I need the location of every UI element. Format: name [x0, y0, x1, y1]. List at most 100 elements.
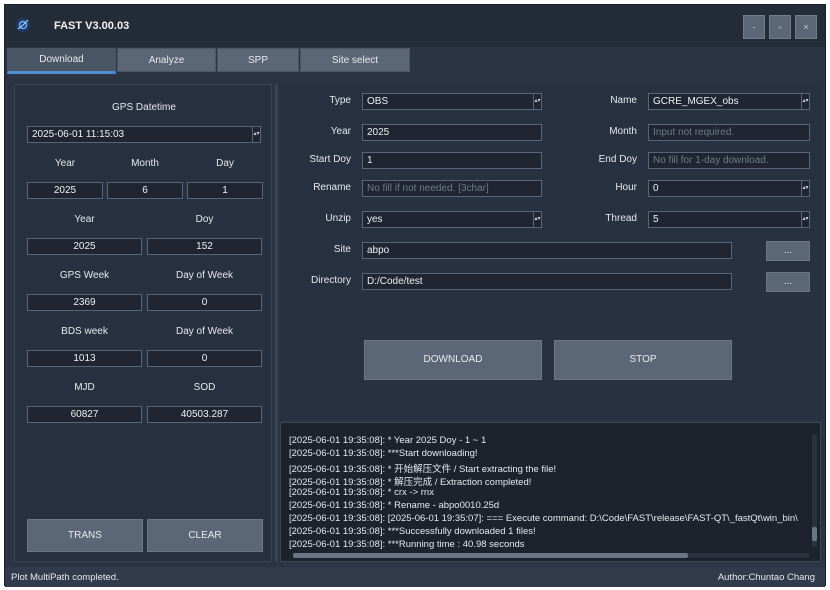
- gps-week-label: GPS Week: [59, 270, 110, 281]
- site-browse-button[interactable]: ...: [766, 241, 810, 261]
- thread-value: 5: [653, 214, 659, 225]
- log-line: [2025-06-01 19:35:08]: ***Running time :…: [289, 539, 525, 550]
- log-line: [2025-06-01 19:35:08]: * 解压完成 / Extracti…: [289, 477, 532, 488]
- directory-label: Directory: [310, 275, 351, 286]
- year-label: Year: [330, 126, 351, 137]
- doy-field[interactable]: 152: [147, 238, 262, 255]
- sod-label: SOD: [193, 382, 216, 393]
- month-field[interactable]: 6: [107, 182, 183, 199]
- title-bar: FAST V3.00.03 - ▫ ×: [5, 5, 825, 47]
- chevron-down-icon[interactable]: ▴▾: [801, 181, 809, 196]
- rename-input[interactable]: No fill if not needed. [3char]: [362, 180, 542, 197]
- bds-week-field[interactable]: 1013: [27, 350, 142, 367]
- start-doy-label: Start Doy: [309, 154, 351, 165]
- app-window: FAST V3.00.03 - ▫ × Download Analyze SPP…: [4, 4, 826, 587]
- gps-week-field[interactable]: 2369: [27, 294, 142, 311]
- site-input[interactable]: abpo: [362, 242, 732, 259]
- download-button[interactable]: DOWNLOAD: [364, 340, 542, 380]
- maximize-button[interactable]: ▫: [769, 15, 791, 39]
- start-doy-input[interactable]: 1: [362, 152, 542, 169]
- log-line: [2025-06-01 19:35:08]: ***Start download…: [289, 448, 478, 459]
- gps-dow-label: Day of Week: [175, 270, 234, 281]
- hour-select[interactable]: 0 ▴▾: [648, 180, 810, 197]
- log-vertical-scrollbar[interactable]: [812, 435, 817, 547]
- name-label: Name: [610, 95, 637, 106]
- mjd-field[interactable]: 60827: [27, 406, 142, 423]
- bds-dow-label: Day of Week: [175, 326, 234, 337]
- chevron-down-icon[interactable]: ▴▾: [801, 212, 809, 227]
- hour-value: 0: [653, 183, 659, 194]
- status-bar: Plot MultiPath completed. Author:Chuntao…: [5, 567, 825, 587]
- end-doy-input[interactable]: No fill for 1-day download.: [648, 152, 810, 169]
- log-line: [2025-06-01 19:35:08]: * 开始解压文件 / Start …: [289, 464, 557, 475]
- log-horizontal-scrollbar[interactable]: [293, 553, 809, 558]
- log-line: [2025-06-01 19:35:08]: [2025-06-01 19:35…: [289, 513, 798, 524]
- name-select[interactable]: GCRE_MGEX_obs ▴▾: [648, 93, 810, 110]
- download-form-panel: Type OBS ▴▾ Name GCRE_MGEX_obs ▴▾ Year 2…: [280, 84, 821, 420]
- bds-week-label: BDS week: [61, 326, 108, 337]
- clear-button[interactable]: CLEAR: [147, 519, 263, 552]
- log-output[interactable]: [2025-06-01 19:35:08]: * Year 2025 Doy -…: [280, 422, 821, 562]
- unzip-value: yes: [367, 214, 383, 225]
- year-input[interactable]: 2025: [362, 124, 542, 141]
- status-message: Plot MultiPath completed.: [11, 572, 119, 583]
- chevron-down-icon[interactable]: ▴▾: [533, 94, 541, 109]
- scroll-thumb[interactable]: [293, 553, 688, 558]
- bds-dow-field[interactable]: 0: [147, 350, 262, 367]
- site-label: Site: [333, 244, 351, 255]
- gps-datetime-field[interactable]: 2025-06-01 11:15:03 ▴▾: [27, 126, 261, 143]
- unzip-label: Unzip: [325, 213, 351, 224]
- hour-label: Hour: [615, 182, 637, 193]
- gps-datetime-label: GPS Datetime: [112, 102, 176, 113]
- log-line: [2025-06-01 19:35:08]: ***Successfully d…: [289, 526, 536, 537]
- gps-datetime-value: 2025-06-01 11:15:03: [32, 129, 125, 140]
- spin-arrows-icon[interactable]: ▴▾: [252, 127, 260, 142]
- close-button[interactable]: ×: [795, 15, 817, 39]
- month-label: Month: [609, 126, 637, 137]
- directory-browse-button[interactable]: ...: [766, 272, 810, 292]
- chevron-down-icon[interactable]: ▴▾: [533, 212, 541, 227]
- app-logo-icon: [16, 18, 30, 32]
- author-label: Author:Chuntao Chang: [717, 572, 815, 583]
- scroll-thumb[interactable]: [812, 527, 817, 541]
- type-value: OBS: [367, 96, 389, 107]
- day-label: Day: [216, 158, 234, 169]
- doy-label: Doy: [195, 214, 214, 225]
- mjd-label: MJD: [74, 382, 95, 393]
- tab-spp[interactable]: SPP: [217, 48, 299, 72]
- name-value: GCRE_MGEX_obs: [653, 96, 739, 107]
- month-input[interactable]: Input not required.: [648, 124, 810, 141]
- tab-download[interactable]: Download: [7, 48, 116, 74]
- chevron-down-icon[interactable]: ▴▾: [801, 94, 809, 109]
- month-label: Month: [131, 158, 159, 169]
- panel-splitter[interactable]: [275, 84, 278, 562]
- thread-select[interactable]: 5 ▴▾: [648, 211, 810, 228]
- rename-placeholder: No fill if not needed. [3char]: [367, 183, 489, 194]
- directory-input[interactable]: D:/Code/test: [362, 273, 732, 290]
- tab-analyze[interactable]: Analyze: [117, 48, 216, 72]
- year-doy-year-label: Year: [74, 214, 95, 225]
- end-doy-placeholder: No fill for 1-day download.: [653, 155, 769, 166]
- day-field[interactable]: 1: [187, 182, 263, 199]
- tab-site-select[interactable]: Site select: [300, 48, 410, 72]
- trans-button[interactable]: TRANS: [27, 519, 143, 552]
- log-line: [2025-06-01 19:35:08]: * Rename - abpo00…: [289, 500, 500, 511]
- year-doy-year-field[interactable]: 2025: [27, 238, 142, 255]
- log-line: [2025-06-01 19:35:08]: * Year 2025 Doy -…: [289, 435, 487, 446]
- type-label: Type: [329, 95, 351, 106]
- year-field[interactable]: 2025: [27, 182, 103, 199]
- thread-label: Thread: [605, 213, 637, 224]
- type-select[interactable]: OBS ▴▾: [362, 93, 542, 110]
- rename-label: Rename: [313, 182, 351, 193]
- sod-field[interactable]: 40503.287: [147, 406, 262, 423]
- log-line: [2025-06-01 19:35:08]: * crx -> rnx: [289, 487, 434, 498]
- stop-button[interactable]: STOP: [554, 340, 732, 380]
- unzip-select[interactable]: yes ▴▾: [362, 211, 542, 228]
- gps-dow-field[interactable]: 0: [147, 294, 262, 311]
- app-title: FAST V3.00.03: [54, 20, 130, 32]
- year-label: Year: [54, 158, 76, 169]
- time-conversion-panel: GPS Datetime 2025-06-01 11:15:03 ▴▾ Year…: [14, 84, 272, 562]
- end-doy-label: End Doy: [598, 154, 637, 165]
- month-placeholder: Input not required.: [653, 127, 735, 138]
- minimize-button[interactable]: -: [743, 15, 765, 39]
